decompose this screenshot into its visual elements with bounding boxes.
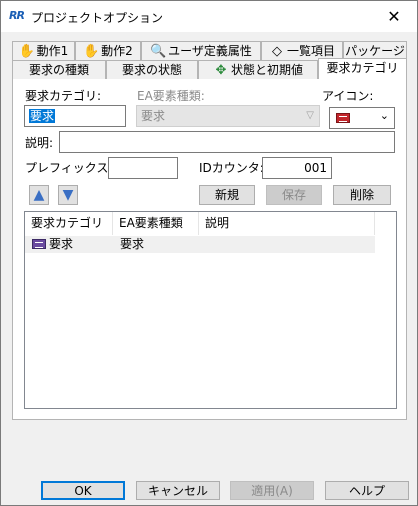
new-button[interactable]: 新規 — [199, 185, 255, 205]
tab-label: 状態と初期値 — [230, 63, 303, 77]
tab-row-2: 要求の種類 要求の状態 ✥ 状態と初期値 要求カテゴリ — [12, 58, 407, 79]
column-header-category[interactable]: 要求カテゴリ — [25, 212, 113, 235]
column-header-ea-type[interactable]: EA要素種類 — [113, 212, 199, 235]
tab-label: 要求の種類 — [28, 63, 89, 77]
window-title: プロジェクトオプション — [31, 11, 164, 25]
diamond-icon: ◇ — [271, 44, 282, 59]
prefix-input[interactable] — [108, 157, 178, 179]
ok-button[interactable]: OK — [41, 481, 125, 500]
category-list[interactable]: 要求カテゴリ EA要素種類 説明 要求 要求 — [24, 211, 397, 409]
close-icon[interactable]: ✕ — [371, 1, 417, 32]
app-icon: RR — [9, 9, 25, 22]
tab-status-initial[interactable]: ✥ 状態と初期値 — [198, 60, 318, 79]
row-ea-type: 要求 — [120, 237, 145, 251]
column-header-description[interactable]: 説明 — [199, 212, 375, 235]
chevron-down-icon: ▽ — [306, 110, 314, 121]
tab-requirement-types[interactable]: 要求の種類 — [12, 60, 106, 79]
book-icon — [336, 113, 350, 123]
search-icon: 🔍 — [150, 44, 167, 59]
apply-button[interactable]: 適用(A) — [230, 481, 314, 500]
help-button[interactable]: ヘルプ — [325, 481, 409, 500]
tab-label: ユーザ定義属性 — [168, 44, 252, 58]
hand-icon: ✋ — [83, 44, 100, 59]
diamond-arrows-icon: ✥ — [215, 63, 227, 78]
list-item[interactable]: 要求 要求 — [25, 236, 375, 253]
title-bar: RR プロジェクトオプション ✕ — [1, 1, 417, 32]
tab-label: パッケージ — [345, 44, 405, 58]
arrow-up-icon: ▲ — [33, 187, 45, 203]
tab-requirement-status[interactable]: 要求の状態 — [106, 60, 198, 79]
project-options-dialog: RR プロジェクトオプション ✕ ✋ 動作1 ✋ 動作2 🔍 ユーザ定義属性 ◇ 一覧項… — [0, 0, 418, 506]
book-icon — [32, 239, 46, 249]
ea-type-select[interactable]: 要求 ▽ — [136, 105, 320, 127]
arrow-down-icon: ▼ — [62, 187, 74, 203]
ea-type-value: 要求 — [141, 109, 166, 123]
hand-icon: ✋ — [18, 44, 35, 59]
tab-label: 要求の状態 — [121, 63, 182, 77]
tab-action1[interactable]: ✋ 動作1 — [12, 41, 75, 60]
save-button[interactable]: 保存 — [266, 185, 322, 205]
tab-user-attributes[interactable]: 🔍 ユーザ定義属性 — [141, 41, 261, 60]
tab-requirement-category[interactable]: 要求カテゴリ — [318, 58, 407, 79]
tab-label: 要求カテゴリ — [326, 61, 399, 75]
move-down-button[interactable]: ▼ — [58, 185, 78, 205]
category-input[interactable]: 要求 — [24, 105, 126, 127]
description-input[interactable] — [59, 131, 395, 153]
icon-select[interactable]: ⌄ — [329, 107, 395, 129]
delete-button[interactable]: 削除 — [333, 185, 391, 205]
row-category: 要求 — [49, 237, 74, 251]
tab-label: 動作1 — [36, 44, 69, 58]
tab-action2[interactable]: ✋ 動作2 — [75, 41, 141, 60]
chevron-down-icon: ⌄ — [379, 109, 389, 122]
category-value: 要求 — [29, 109, 56, 123]
category-label: 要求カテゴリ: — [25, 89, 102, 103]
prefix-label: プレフィックス: — [25, 161, 113, 175]
move-up-button[interactable]: ▲ — [29, 185, 49, 205]
cancel-button[interactable]: キャンセル — [136, 481, 220, 500]
description-label: 説明: — [25, 136, 54, 150]
tab-label: 一覧項目 — [286, 44, 335, 58]
tab-label: 動作2 — [101, 44, 133, 58]
ea-type-label: EA要素種類: — [137, 89, 205, 103]
idcounter-input[interactable]: 001 — [262, 157, 332, 179]
icon-label: アイコン: — [322, 89, 374, 103]
idcounter-label: IDカウンタ: — [199, 161, 264, 175]
